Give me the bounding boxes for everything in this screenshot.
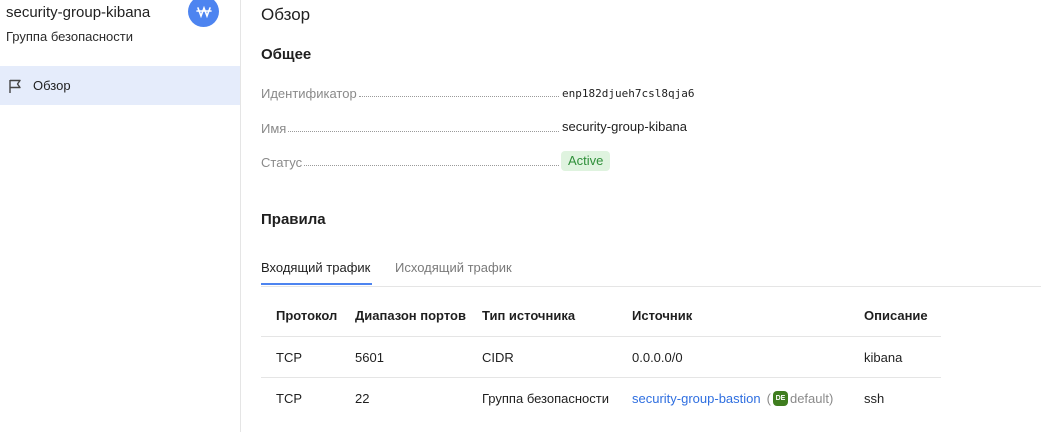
cell-protocol: TCP xyxy=(276,350,302,365)
column-header-description: Описание xyxy=(864,308,928,323)
tab-ingress[interactable]: Входящий трафик xyxy=(261,260,370,275)
vpc-network-icon[interactable] xyxy=(188,0,219,27)
dotted-leader xyxy=(304,165,559,166)
field-name: Имя xyxy=(261,118,561,136)
field-name-label: Имя xyxy=(261,121,287,136)
sidebar: security-group-kibana Группа безопасност… xyxy=(0,0,241,432)
status-badge: Active xyxy=(561,151,611,171)
active-tab-indicator xyxy=(261,283,372,285)
general-heading: Общее xyxy=(261,46,312,63)
cell-description: kibana xyxy=(864,350,903,365)
cell-ports: 22 xyxy=(355,391,370,406)
paren-open: ( xyxy=(766,391,771,406)
resource-title: security-group-kibana xyxy=(6,4,151,21)
page-title: Обзор xyxy=(261,5,311,24)
table-header: Протокол Диапазон портов Тип источника И… xyxy=(261,295,941,336)
flag-icon xyxy=(7,78,23,94)
cell-source: security-group-bastion ( DE default ) xyxy=(632,378,833,419)
table-row: TCP 22 Группа безопасности security-grou… xyxy=(261,377,941,419)
dotted-leader xyxy=(288,131,559,132)
sidebar-item-label: Обзор xyxy=(33,78,71,93)
sidebar-item-overview[interactable]: Обзор xyxy=(0,66,240,105)
field-status-label: Статус xyxy=(261,155,303,170)
folder-name: default xyxy=(789,391,830,406)
cell-ports: 5601 xyxy=(355,350,384,365)
tab-egress[interactable]: Исходящий трафик xyxy=(395,260,512,275)
table-row: TCP 5601 CIDR 0.0.0.0/0 kibana xyxy=(261,336,941,378)
cell-source: 0.0.0.0/0 xyxy=(632,350,683,365)
cell-source-type: Группа безопасности xyxy=(482,391,609,406)
field-status: Статус xyxy=(261,152,561,170)
resource-type: Группа безопасности xyxy=(6,29,133,44)
traffic-tabs: Входящий трафик Исходящий трафик xyxy=(261,250,1041,287)
dotted-leader xyxy=(358,96,559,97)
column-header-protocol: Протокол xyxy=(276,308,338,323)
rules-heading: Правила xyxy=(261,211,326,228)
folder-tag-badge: DE xyxy=(772,391,788,406)
field-name-value: security-group-kibana xyxy=(562,119,688,134)
column-header-source: Источник xyxy=(632,308,693,323)
field-id-label: Идентификатор xyxy=(261,86,357,101)
cell-source-type: CIDR xyxy=(482,350,514,365)
source-security-group-link[interactable]: security-group-bastion xyxy=(632,391,761,406)
paren-close: ) xyxy=(829,391,834,406)
field-id-value[interactable]: enp182djueh7csl8qja6 xyxy=(562,87,694,100)
field-id: Идентификатор xyxy=(261,83,561,101)
column-header-ports: Диапазон портов xyxy=(355,308,466,323)
cell-protocol: TCP xyxy=(276,391,302,406)
column-header-source-type: Тип источника xyxy=(482,308,576,323)
cell-description: ssh xyxy=(864,391,885,406)
